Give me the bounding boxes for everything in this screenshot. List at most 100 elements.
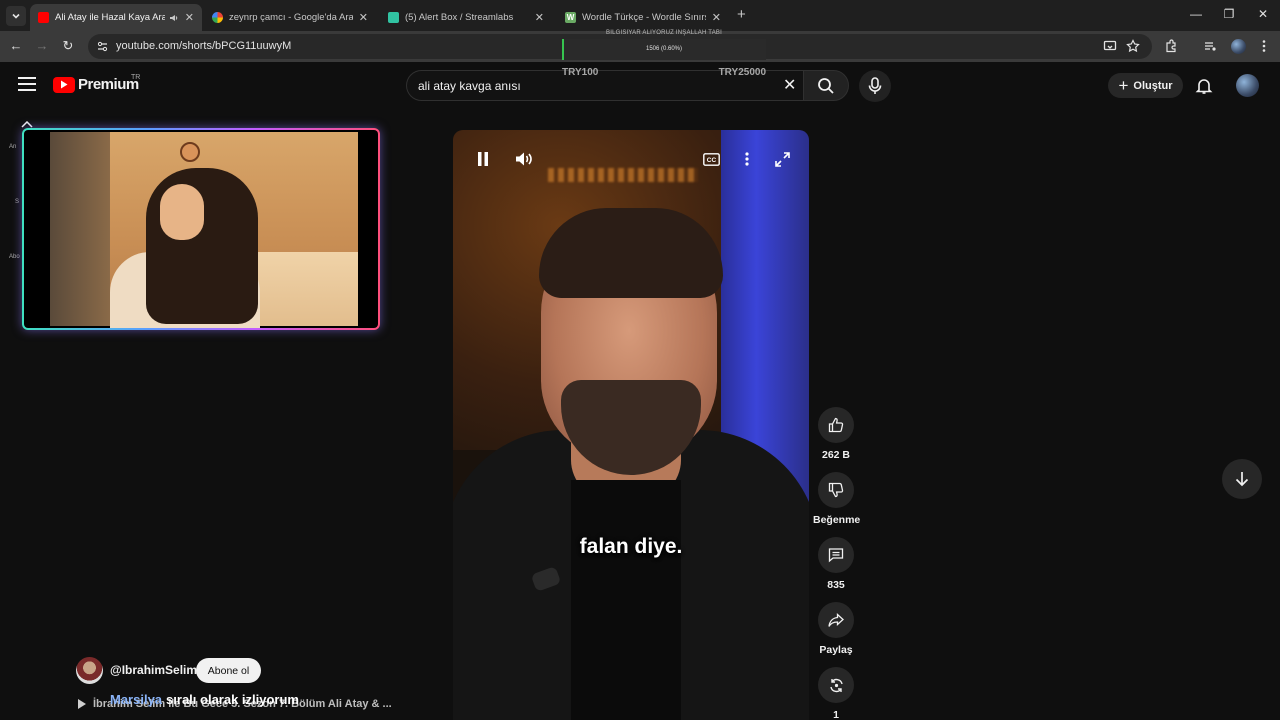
search-query-text: ali atay kavga anısı (418, 79, 521, 93)
clear-search-icon[interactable]: ✕ (783, 78, 796, 94)
streamlabs-favicon-icon (388, 12, 399, 23)
fullscreen-icon (774, 151, 790, 167)
youtube-favicon-icon (38, 12, 49, 23)
tab-title: (5) Alert Box / Streamlabs (405, 12, 514, 23)
shorts-video-player[interactable]: CC falan diye. (453, 130, 809, 720)
pause-icon (478, 152, 488, 166)
webcam-scene (50, 132, 358, 328)
video-caption: falan diye. (579, 535, 683, 558)
wordle-favicon-icon: W (565, 12, 576, 23)
play-icon (78, 699, 86, 709)
arrow-down-icon (1235, 472, 1249, 487)
captions-button[interactable]: CC (701, 148, 721, 170)
account-avatar[interactable] (1236, 74, 1259, 97)
media-controls-icon[interactable] (1202, 38, 1218, 54)
site-info-icon[interactable] (96, 40, 109, 53)
channel-handle[interactable]: @IbrahimSelim (110, 663, 197, 677)
restore-icon[interactable]: ❐ (1221, 6, 1237, 22)
more-vertical-icon (745, 152, 749, 166)
comments-button[interactable]: 835 (813, 537, 859, 591)
donation-goal-widget: BILGISIYAR ALIYORUZ INŞALLAH TABI 1506 (… (560, 28, 768, 78)
tab-google-search[interactable]: zeynrp çamcı - Google'da Ara ✕ (204, 4, 376, 31)
comment-icon (828, 548, 844, 563)
subscribe-button[interactable]: Abone ol (196, 658, 261, 683)
chat-message-text: sıralı olarak izliyorum (166, 692, 299, 707)
tab-title: zeynrp çamcı - Google'da Ara (229, 12, 353, 23)
volume-icon (516, 152, 532, 166)
profile-avatar-icon[interactable] (1230, 38, 1246, 54)
stream-chat-message: Marsilya sıralı olarak izliyorum (110, 692, 299, 707)
google-favicon-icon (212, 12, 223, 23)
speaker-icon[interactable] (169, 13, 179, 23)
minimize-icon[interactable]: — (1188, 6, 1204, 22)
fullscreen-button[interactable] (771, 148, 793, 170)
cast-icon[interactable] (1102, 38, 1118, 54)
url-text: youtube.com/shorts/bPCG11uuwyM (116, 40, 292, 52)
share-icon (828, 613, 844, 627)
country-code: TR (131, 74, 141, 81)
close-tab-icon[interactable]: ✕ (359, 11, 368, 24)
reload-icon[interactable]: ↻ (60, 38, 76, 54)
microphone-icon (868, 77, 882, 94)
search-icon (818, 77, 834, 94)
tab-title: Wordle Türkçe - Wordle Sınırsız (582, 12, 706, 23)
comment-count: 835 (827, 579, 845, 591)
browser-menu-icon[interactable] (1256, 38, 1272, 54)
close-tab-icon[interactable]: ✕ (712, 11, 721, 24)
extensions-icon[interactable] (1163, 38, 1179, 54)
hamburger-menu-icon[interactable] (18, 77, 36, 93)
tab-strip: Ali Atay ile Hazal Kaya Arası ✕ zeynrp ç… (0, 0, 1280, 31)
logo-text: Premium (78, 76, 139, 93)
tab-wordle[interactable]: W Wordle Türkçe - Wordle Sınırsız ✕ (557, 4, 729, 31)
next-short-button[interactable] (1222, 459, 1262, 499)
channel-avatar[interactable] (76, 657, 103, 684)
svg-text:CC: CC (706, 157, 716, 164)
share-button[interactable]: Paylaş (813, 602, 859, 656)
forward-icon[interactable]: → (34, 38, 50, 54)
remix-count: 1 (833, 709, 839, 720)
notifications-bell-icon[interactable] (1195, 77, 1213, 95)
alarm-clock-icon (180, 142, 200, 162)
webcam-overlay (22, 128, 380, 330)
remix-button[interactable]: 1 (813, 667, 859, 720)
back-icon[interactable]: ← (8, 38, 24, 54)
tab-streamlabs[interactable]: (5) Alert Box / Streamlabs ✕ (380, 4, 552, 31)
donation-progress-text: 1506 (0.60%) (645, 46, 683, 52)
thumbs-down-icon (828, 482, 844, 498)
new-tab-button[interactable]: + (737, 7, 751, 23)
youtube-premium-logo[interactable]: Premium (53, 76, 139, 93)
video-frame (453, 130, 809, 720)
closed-captions-icon: CC (702, 152, 720, 166)
sidebar-fragment: An (9, 144, 17, 150)
create-button[interactable]: + Oluştur (1108, 73, 1183, 98)
sidebar-fragment: S (15, 199, 20, 205)
bookmark-star-icon[interactable] (1125, 38, 1141, 54)
more-options-button[interactable] (737, 148, 757, 170)
webcam-feed (24, 130, 378, 328)
close-tab-icon[interactable]: ✕ (185, 11, 194, 24)
donation-min-label: TRY100 (562, 67, 599, 78)
tab-title: Ali Atay ile Hazal Kaya Arası (55, 12, 165, 23)
donation-goal-title: BILGISIYAR ALIYORUZ INŞALLAH TABI (606, 30, 722, 36)
search-button[interactable] (803, 70, 849, 101)
volume-button[interactable] (513, 148, 535, 170)
dislike-button[interactable]: Beğenme (813, 472, 861, 526)
plus-icon: + (1118, 76, 1129, 95)
tab-search-button[interactable] (6, 6, 26, 26)
close-window-icon[interactable]: ✕ (1255, 6, 1271, 22)
chat-username: Marsilya (110, 692, 163, 707)
thumbs-up-icon (828, 417, 844, 433)
tab-ali-atay[interactable]: Ali Atay ile Hazal Kaya Arası ✕ (30, 4, 202, 31)
donation-max-label: TRY25000 (718, 67, 766, 78)
dislike-label: Beğenme (813, 514, 861, 526)
like-button[interactable]: 262 B (813, 407, 859, 461)
close-tab-icon[interactable]: ✕ (535, 11, 544, 24)
youtube-play-logo-icon (53, 76, 75, 93)
voice-search-button[interactable] (859, 70, 891, 102)
pause-button[interactable] (473, 148, 493, 170)
chevron-up-icon (21, 121, 33, 128)
share-label: Paylaş (819, 644, 853, 656)
donation-progress-bar: 1506 (0.60%) (562, 39, 766, 60)
chevron-down-icon (12, 13, 20, 19)
remix-icon (829, 678, 843, 692)
